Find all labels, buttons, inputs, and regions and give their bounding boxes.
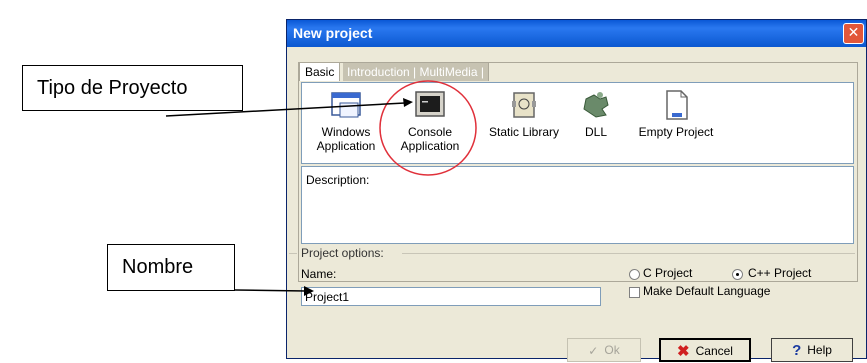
cpp-project-label: C++ Project <box>748 266 812 280</box>
callout-project-type: Tipo de Proyecto <box>22 65 243 111</box>
divider <box>402 253 855 254</box>
project-dll[interactable]: DLL <box>576 89 616 139</box>
cancel-label: Cancel <box>695 344 733 358</box>
project-label: DLL <box>584 125 607 139</box>
library-icon <box>512 92 536 118</box>
window-icon <box>331 92 361 118</box>
tab-introduction-multimedia[interactable]: Introduction | MultiMedia | <box>343 62 489 81</box>
close-icon: ✕ <box>847 25 860 41</box>
make-default-label: Make Default Language <box>643 284 771 298</box>
help-label: Help <box>807 343 832 357</box>
project-static-library[interactable]: Static Library <box>484 89 564 139</box>
callout-project-type-label: Tipo de Proyecto <box>37 76 188 99</box>
divider <box>289 253 297 254</box>
project-label: Application <box>400 139 460 153</box>
empty-doc-icon <box>666 90 688 120</box>
title-bar[interactable]: New project ✕ <box>287 20 866 47</box>
dialog-title: New project <box>293 25 373 41</box>
check-icon: ✓ <box>588 343 599 358</box>
c-project-radio[interactable] <box>629 269 640 280</box>
project-windows-application[interactable]: Windows Application <box>310 89 382 153</box>
tab-basic[interactable]: Basic <box>299 62 341 81</box>
ok-button[interactable]: ✓ Ok <box>567 338 641 362</box>
project-empty-project[interactable]: Empty Project <box>636 89 716 139</box>
callout-name-label: Nombre <box>122 256 194 278</box>
cancel-button[interactable]: ✖ Cancel <box>659 338 751 362</box>
project-label: Empty Project <box>638 125 714 139</box>
project-label: Windows <box>321 125 371 139</box>
make-default-checkbox[interactable] <box>629 287 640 298</box>
project-type-list: Windows Application Console Application … <box>301 82 854 164</box>
close-button[interactable]: ✕ <box>843 23 864 44</box>
c-project-label: C Project <box>643 266 693 280</box>
new-project-dialog: New project ✕ Basic Introduction | Multi… <box>286 19 867 362</box>
project-console-application[interactable]: Console Application <box>394 89 466 153</box>
project-label: Application <box>316 139 376 153</box>
ok-label: Ok <box>604 343 620 357</box>
console-icon <box>415 91 445 117</box>
project-name-input[interactable]: Project1 <box>301 287 601 306</box>
project-options-title: Project options: <box>301 246 384 260</box>
name-label: Name: <box>301 267 337 281</box>
cpp-project-radio[interactable] <box>732 269 743 280</box>
dll-puzzle-icon <box>583 92 609 118</box>
callout-name: Nombre <box>107 244 235 291</box>
project-label: Console <box>407 125 453 139</box>
description-label: Description: <box>306 173 370 187</box>
description-panel: Description: <box>301 166 854 244</box>
help-button[interactable]: ? Help <box>771 338 853 362</box>
project-label: Static Library <box>488 125 560 139</box>
help-question-icon: ? <box>792 341 802 359</box>
cancel-x-icon: ✖ <box>677 342 690 360</box>
